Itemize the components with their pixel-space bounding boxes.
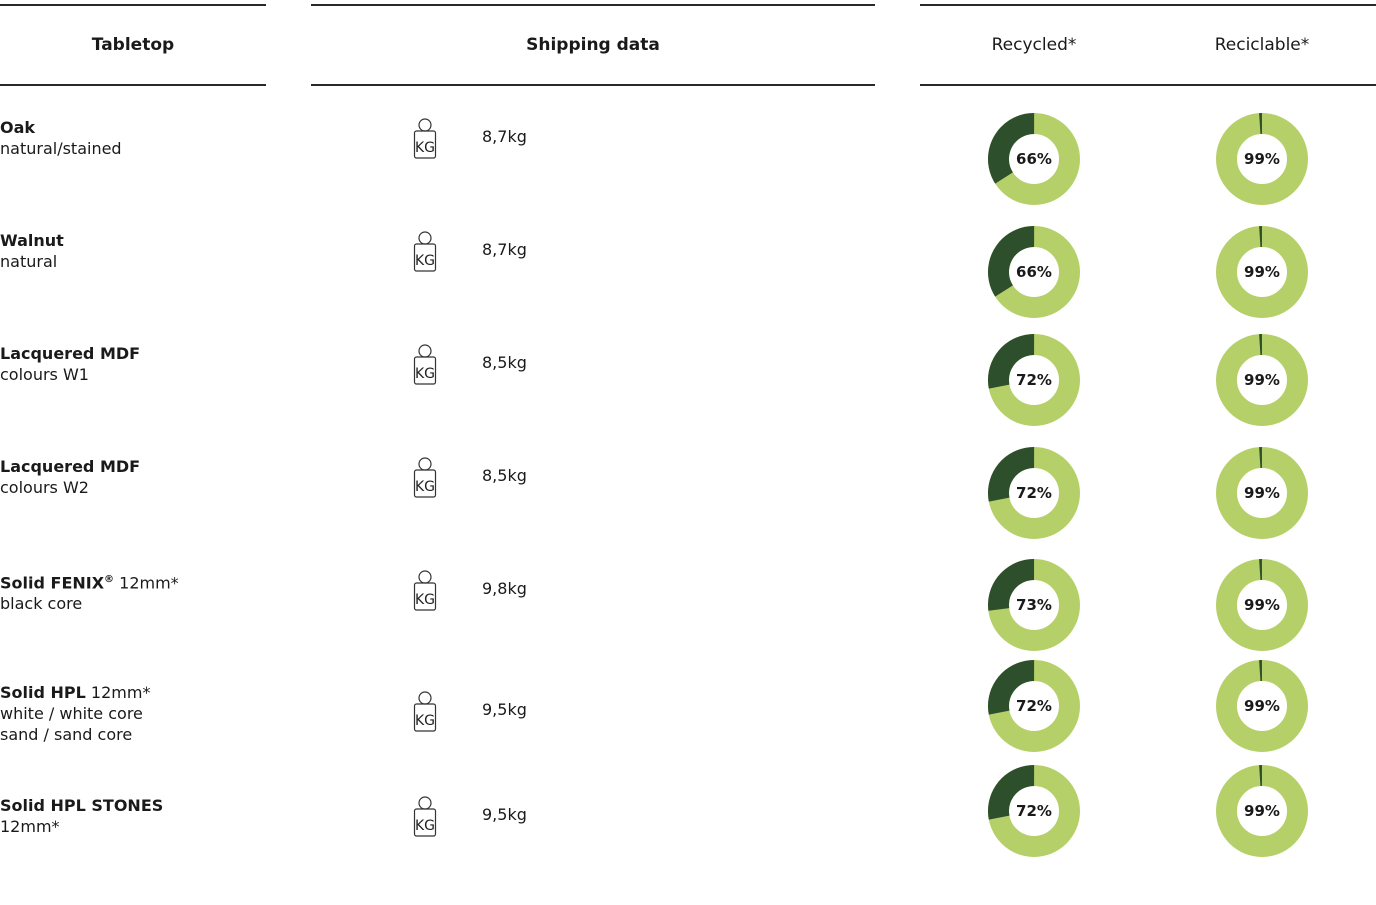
column-header-tabletop: Tabletop [91,35,175,55]
reciclable-donut: 99% [1216,226,1308,318]
weight-loop [418,691,432,705]
shipping-weight: 9,8kg [482,579,527,598]
shipping-weight: 8,5kg [482,466,527,485]
header-bottom-rule-sustainability [920,84,1376,86]
recycled-donut-label: 66% [1016,150,1052,168]
reciclable-donut: 99% [1216,334,1308,426]
weight-icon-label: KG [415,140,435,156]
tabletop-cell: Solid HPL 12mm* white / white core sand / … [0,682,150,745]
tabletop-finish: colours W1 [0,365,89,384]
tabletop-thickness: 12mm* [90,683,151,702]
shipping-weight: 9,5kg [482,805,527,824]
reciclable-donut-label: 99% [1244,263,1280,281]
table-row: Lacquered MDF colours W2 KG 8,5kg 72% 99% [0,447,1376,566]
tabletop-cell: Oak natural/stained [0,117,122,159]
table-row: Lacquered MDF colours W1 KG 8,5kg 72% 99% [0,334,1376,453]
tabletop-cell: Solid HPL STONES 12mm* [0,795,163,837]
header-bottom-rule-shipping [311,84,875,86]
recycled-donut-label: 72% [1016,802,1052,820]
weight-loop [418,118,432,132]
reciclable-donut-label: 99% [1244,150,1280,168]
recycled-donut: 72% [988,660,1080,752]
tabletop-cell: Lacquered MDF colours W2 [0,456,140,498]
tabletop-name: Lacquered MDF [0,457,141,476]
weight-loop [418,344,432,358]
weight-icon-label: KG [415,818,435,834]
table-row: Solid FENIX® 12mm* black core KG 9,8kg 73% 99… [0,559,1376,679]
weight-kg-icon: KG [396,690,446,740]
reciclable-donut-label: 99% [1244,371,1280,389]
reciclable-donut-label: 99% [1244,697,1280,715]
reciclable-donut: 99% [1216,765,1308,857]
weight-kg-icon: KG [396,456,446,506]
header-top-rule-shipping [311,4,875,6]
weight-kg-icon: KG [396,795,446,845]
tabletop-cell: Lacquered MDF colours W1 [0,343,140,385]
header-top-rule-sustainability [920,4,1376,6]
header-bottom-rule-tabletop [0,84,266,86]
tabletop-finish: colours W2 [0,478,89,497]
shipping-weight: 8,7kg [482,127,527,146]
tabletop-finish: white / white core [0,704,143,723]
reciclable-donut: 99% [1216,447,1308,539]
table-row: Solid HPL 12mm* white / white core sand / … [0,660,1376,792]
column-header-shipping: Shipping data [526,35,660,55]
weight-kg-icon: KG [396,117,446,167]
recycled-donut-label: 72% [1016,484,1052,502]
recycled-donut: 72% [988,334,1080,426]
recycled-donut-label: 72% [1016,371,1052,389]
tabletop-name: Oak [0,118,36,137]
column-header-reciclable: Reciclable* [1214,35,1310,55]
recycled-donut-label: 73% [1016,596,1052,614]
tabletop-finish: sand / sand core [0,725,133,744]
table-row: Solid HPL STONES 12mm* KG 9,5kg 72% 99% [0,765,1376,905]
shipping-weight: 9,5kg [482,700,527,719]
tabletop-name: Solid FENIX [0,573,105,593]
registered-mark: ® [104,574,115,585]
table-row: Oak natural/stained KG 8,7kg 66% 99% [0,113,1376,227]
weight-loop [418,457,432,471]
tabletop-finish: black core [0,594,83,614]
tabletop-finish: natural/stained [0,139,122,158]
tabletop-name: Walnut [0,231,64,250]
recycled-donut: 66% [988,113,1080,205]
recycled-donut: 73% [988,559,1080,651]
tabletop-cell: Walnut natural [0,230,64,272]
tabletop-finish: natural [0,252,58,271]
tabletop-name: Solid HPL [0,683,86,702]
weight-icon-label: KG [415,253,435,269]
shipping-weight: 8,5kg [482,353,527,372]
recycled-donut: 72% [988,447,1080,539]
tabletop-name: Lacquered MDF [0,344,141,363]
weight-icon-label: KG [415,479,435,495]
reciclable-donut: 99% [1216,113,1308,205]
weight-icon-label: KG [415,592,435,608]
weight-kg-icon: KG [396,230,446,280]
weight-kg-icon: KG [396,569,446,619]
recycled-donut-label: 66% [1016,263,1052,281]
reciclable-donut: 99% [1216,660,1308,752]
reciclable-donut-label: 99% [1244,596,1280,614]
weight-icon-label: KG [415,713,435,729]
table-row: Walnut natural KG 8,7kg 66% 99% [0,226,1376,340]
tabletop-name: Solid HPL STONES [0,796,164,815]
tabletop-finish: 12mm* [0,817,60,836]
weight-loop [418,231,432,245]
weight-loop [418,570,432,584]
recycled-donut-label: 72% [1016,697,1052,715]
weight-kg-icon: KG [396,343,446,393]
recycled-donut: 72% [988,765,1080,857]
tabletop-cell: Solid FENIX® 12mm* black core [0,569,179,614]
tabletop-thickness: 12mm* [119,573,179,593]
reciclable-donut-label: 99% [1244,484,1280,502]
reciclable-donut: 99% [1216,559,1308,651]
weight-icon-label: KG [415,366,435,382]
recycled-donut: 66% [988,226,1080,318]
reciclable-donut-label: 99% [1244,802,1280,820]
column-header-recycled: Recycled* [991,35,1077,55]
header-top-rule-tabletop [0,4,266,6]
weight-loop [418,796,432,810]
shipping-weight: 8,7kg [482,240,527,259]
